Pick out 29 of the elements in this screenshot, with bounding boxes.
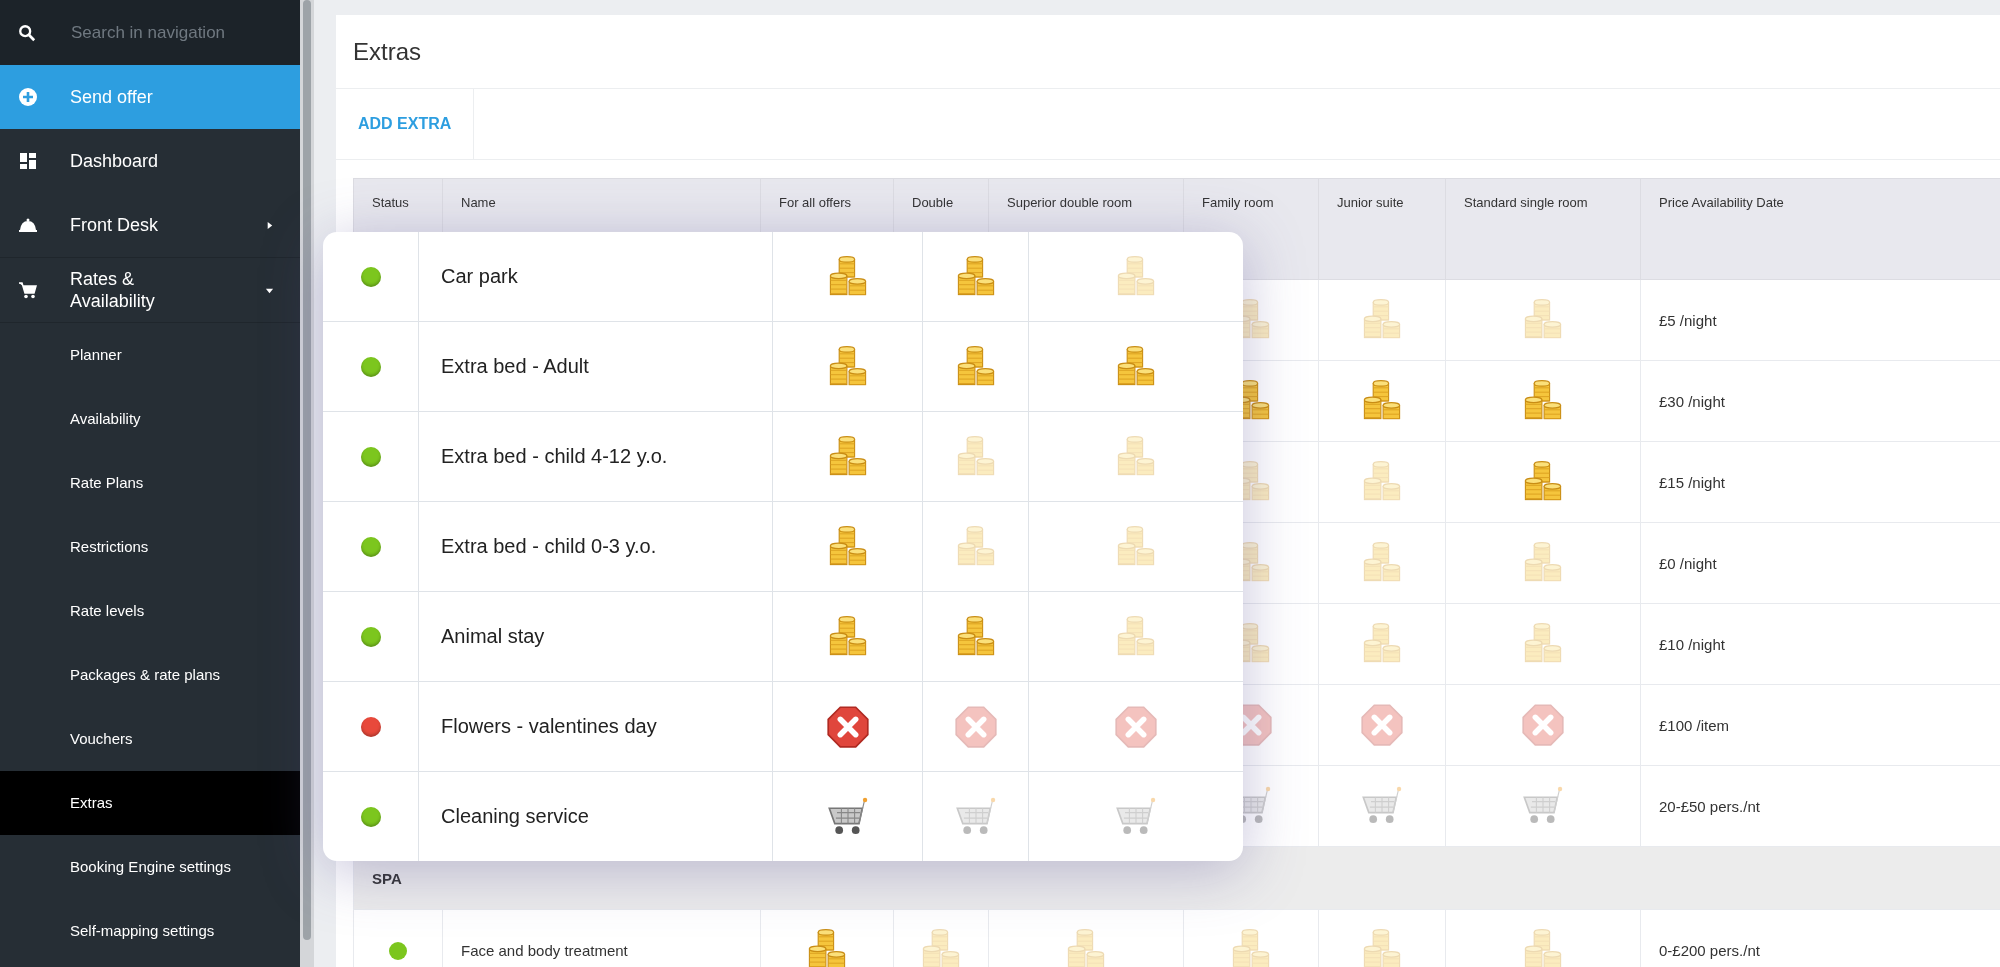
column-header: Standard single room — [1445, 178, 1641, 280]
nav-subitem[interactable]: Packages & rate plans — [0, 643, 300, 707]
plus-icon — [18, 87, 38, 107]
nav-subitem[interactable]: Extras — [0, 771, 300, 835]
dashboard-icon — [18, 151, 38, 171]
nav-subitem[interactable]: Availability — [0, 387, 300, 451]
panel-title: Extras — [353, 37, 421, 66]
extra-name: Flowers - valentines day — [441, 715, 657, 738]
column-header: Price Availability Date — [1640, 178, 2000, 280]
caret-icon — [265, 220, 274, 230]
nav-subitem[interactable]: Booking Engine settings — [0, 835, 300, 899]
search-field[interactable]: Search in navigation — [0, 0, 300, 65]
nav-subitem[interactable]: Vouchers — [0, 707, 300, 771]
cart-icon — [18, 280, 38, 300]
nav-subitem[interactable]: Rate levels — [0, 579, 300, 643]
search-input[interactable]: Search in navigation — [69, 21, 293, 44]
nav-subitem[interactable]: Rate Plans — [0, 451, 300, 515]
search-icon — [18, 23, 36, 42]
column-header: Junior suite — [1318, 178, 1446, 280]
scrollbar[interactable] — [300, 0, 314, 967]
nav-item[interactable]: Dashboard — [0, 129, 300, 193]
nav-subitem[interactable]: Planner — [0, 323, 300, 387]
extra-name: Extra bed - Adult — [441, 355, 589, 378]
nav-subitem[interactable]: Self-mapping settings — [0, 899, 300, 963]
extra-name: Extra bed - child 4-12 y.o. — [441, 445, 668, 468]
nav-subitem[interactable]: Restrictions — [0, 515, 300, 579]
extra-name: Animal stay — [441, 625, 545, 648]
extra-name: Extra bed - child 0-3 y.o. — [441, 535, 657, 558]
extra-name: Cleaning service — [441, 805, 589, 828]
